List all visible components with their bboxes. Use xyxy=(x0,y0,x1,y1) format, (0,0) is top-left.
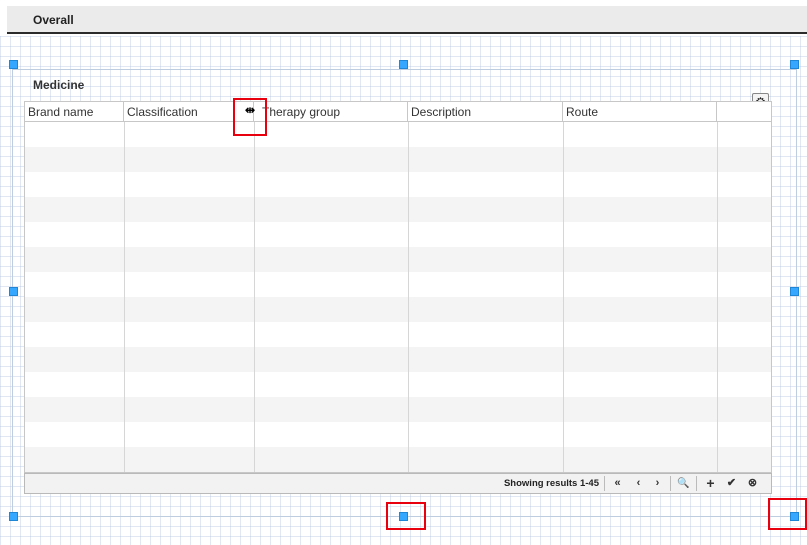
highlight-bottom-center-handle xyxy=(386,502,426,530)
table-row[interactable] xyxy=(25,322,771,347)
table-row[interactable] xyxy=(25,147,771,172)
medicine-grid: Brand name Classification Therapy group … xyxy=(24,101,772,473)
prev-page-icon[interactable]: ‹ xyxy=(630,475,647,492)
table-row[interactable] xyxy=(25,447,771,472)
save-icon[interactable]: ✔ xyxy=(723,475,740,492)
table-row[interactable] xyxy=(25,197,771,222)
footer-separator xyxy=(604,476,605,491)
column-divider xyxy=(563,122,564,472)
resize-handle-top-left[interactable] xyxy=(9,60,18,69)
table-row[interactable] xyxy=(25,422,771,447)
resize-handle-top-right[interactable] xyxy=(790,60,799,69)
column-header-brand-name[interactable]: Brand name xyxy=(25,102,124,121)
resize-handle-middle-right[interactable] xyxy=(790,287,799,296)
column-header-description[interactable]: Description xyxy=(408,102,563,121)
column-header-empty xyxy=(717,102,771,121)
next-page-icon[interactable]: › xyxy=(649,475,666,492)
table-row[interactable] xyxy=(25,372,771,397)
table-row[interactable] xyxy=(25,172,771,197)
tab-overall[interactable]: Overall xyxy=(33,13,74,27)
highlight-column-resize xyxy=(233,98,267,136)
cancel-icon[interactable]: ⊗ xyxy=(744,475,761,492)
table-row[interactable] xyxy=(25,397,771,422)
table-row[interactable] xyxy=(25,272,771,297)
column-header-therapy-group[interactable]: Therapy group xyxy=(254,102,408,121)
resize-handle-top-center[interactable] xyxy=(399,60,408,69)
highlight-bottom-right-handle xyxy=(768,498,807,530)
grid-header: Brand name Classification Therapy group … xyxy=(25,102,771,122)
add-icon[interactable]: + xyxy=(702,475,719,492)
tab-bar: Overall xyxy=(7,6,807,34)
footer-separator xyxy=(696,476,697,491)
table-row[interactable] xyxy=(25,347,771,372)
column-divider xyxy=(408,122,409,472)
table-row[interactable] xyxy=(25,297,771,322)
table-row[interactable] xyxy=(25,122,771,147)
column-header-route[interactable]: Route xyxy=(563,102,717,121)
column-divider xyxy=(124,122,125,472)
column-divider xyxy=(254,122,255,472)
search-icon[interactable]: 🔍 xyxy=(675,475,692,492)
grid-footer: Showing results 1-45 « ‹ › 🔍 + ✔ ⊗ xyxy=(24,473,772,494)
table-row[interactable] xyxy=(25,247,771,272)
grid-body xyxy=(25,122,771,472)
first-page-icon[interactable]: « xyxy=(609,475,626,492)
results-count: Showing results 1-45 xyxy=(503,478,599,489)
resize-handle-middle-left[interactable] xyxy=(9,287,18,296)
table-row[interactable] xyxy=(25,222,771,247)
resize-handle-bottom-left[interactable] xyxy=(9,512,18,521)
footer-separator xyxy=(670,476,671,491)
panel-title: Medicine xyxy=(33,78,85,92)
column-divider xyxy=(717,122,718,472)
